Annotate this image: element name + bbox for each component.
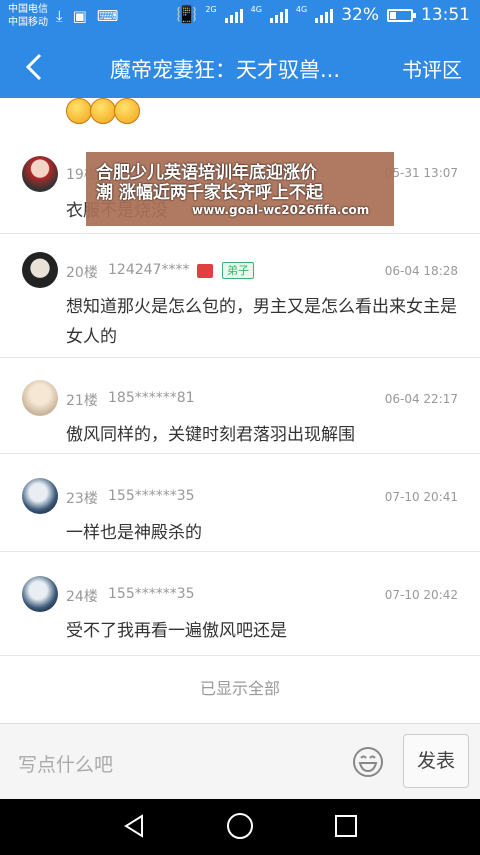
battery-icon [387,8,416,22]
signal-icon [315,7,334,23]
comment-text: 受不了我再看一遍傲风吧还是 [66,621,287,641]
emoji-icon [90,98,116,124]
floor-number: 20楼 [66,265,98,281]
comment-item[interactable]: 21楼 185******81 06-04 22:17 傲风同样的，关键时刻君落… [0,358,480,454]
comment-time: 07-10 20:41 [384,490,458,504]
carrier-1: 中国电信 [8,4,48,15]
avatar[interactable] [22,156,58,192]
username[interactable]: 155******35 [108,586,195,602]
nav-back-icon[interactable] [122,813,148,839]
back-arrow-icon[interactable] [18,50,52,84]
avatar[interactable] [22,576,58,612]
nav-recent-apps-icon[interactable] [335,815,357,837]
status-bar: 中国电信 中国移动 ⤓ ▣ ⌨ 📳 2G 4G 4G 32% 13:51 [0,0,480,34]
battery-percent: 32% [341,5,379,25]
comment-item[interactable]: 20楼 124247**** 弟子 06-04 18:28 想知道那火是怎么包的… [0,234,480,358]
ad-url[interactable]: www.goal-wc2026fifa.com [192,203,369,217]
carrier-labels: 中国电信 中国移动 [8,3,48,29]
floor-number: 21楼 [66,393,98,409]
download-icon: ⤓ [56,7,63,25]
clock: 13:51 [421,5,470,25]
username[interactable]: 155******35 [108,488,195,504]
comment-time: 07-10 20:42 [384,588,458,602]
status-right: 📳 2G 4G 4G 32% 13:51 [176,4,470,26]
avatar[interactable] [22,380,58,416]
comment-time: 06-04 22:17 [384,392,458,406]
comment-text: 一样也是神殿杀的 [66,523,202,543]
keyboard-icon: ⌨ [96,7,119,25]
signal-icon [269,7,288,23]
system-nav-bar [0,799,480,855]
network-type-3: 4G [295,4,308,14]
ad-overlay[interactable]: 合肥少儿英语培训年底迎涨价 潮 涨幅近两千家长齐呼上不起 www.goal-wc… [86,152,394,226]
image-icon: ▣ [72,7,87,25]
network-type-1: 2G [205,4,217,14]
comment-item[interactable]: 23楼 155******35 07-10 20:41 一样也是神殿杀的 [0,454,480,552]
network-type-2: 4G [250,4,262,14]
comment-time: 05-31 13:07 [384,166,458,180]
emoji-icon [66,98,92,124]
level-badge-icon [197,264,213,278]
review-area-button[interactable]: 书评区 [402,54,462,83]
send-button[interactable]: 发表 [403,734,469,788]
page-title: 魔帝宠妻狂：天才驭兽... [110,58,341,82]
comment-time: 06-04 18:28 [384,264,458,278]
comment-text: 傲风同样的，关键时刻君落羽出现解围 [66,425,355,445]
avatar[interactable] [22,478,58,514]
signal-icon [224,7,243,23]
disciple-badge: 弟子 [222,262,254,279]
username[interactable]: 185******81 [108,390,195,406]
vibrate-icon: 📳 [176,5,198,25]
nav-home-icon[interactable] [227,813,253,839]
username[interactable]: 124247**** [108,262,189,278]
emoji-icon [114,98,140,124]
title-bar: 魔帝宠妻狂：天才驭兽... 书评区 [0,34,480,98]
floor-number: 24楼 [66,589,98,605]
floor-number: 23楼 [66,491,98,507]
carrier-2: 中国移动 [8,17,48,28]
comment-item[interactable]: 24楼 155******35 07-10 20:42 受不了我再看一遍傲风吧还… [0,552,480,656]
comment-input[interactable]: 写点什么吧 [18,750,113,777]
ad-text-line-2: 潮 涨幅近两千家长齐呼上不起 [96,183,323,203]
emoji-smile-icon[interactable] [352,746,384,778]
notification-icons: ⤓ ▣ ⌨ [56,7,118,25]
comment-input-bar: 写点什么吧 发表 [0,723,480,799]
comment-text: 想知道那火是怎么包的，男主又是怎么看出来女主是女人的 [66,297,457,347]
emoji-row [66,98,140,124]
avatar[interactable] [22,252,58,288]
all-shown-label: 已显示全部 [199,679,280,698]
